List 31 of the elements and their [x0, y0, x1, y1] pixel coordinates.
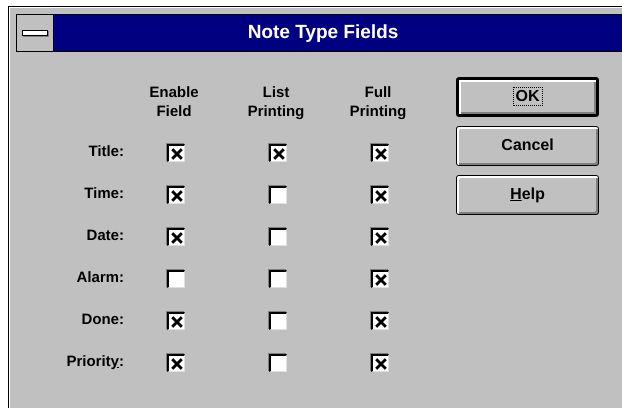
- checkbox[interactable]: [269, 144, 287, 162]
- checkbox[interactable]: [269, 354, 287, 372]
- checkbox[interactable]: [371, 186, 389, 204]
- checkbox[interactable]: [167, 228, 185, 246]
- checkbox[interactable]: [371, 312, 389, 330]
- column-header: Enable Field: [148, 83, 200, 122]
- checkbox[interactable]: [167, 312, 185, 330]
- checkbox[interactable]: [371, 270, 389, 288]
- checkbox[interactable]: [371, 228, 389, 246]
- checkbox[interactable]: [167, 144, 185, 162]
- checkbox[interactable]: [371, 144, 389, 162]
- field-label: Date:: [86, 227, 124, 244]
- column-header: List Printing: [246, 83, 306, 122]
- checkbox[interactable]: [167, 186, 185, 204]
- checkbox[interactable]: [269, 186, 287, 204]
- field-label: Alarm:: [76, 269, 124, 286]
- field-label: Done:: [82, 311, 124, 328]
- dialog-button[interactable]: Cancel: [456, 126, 599, 166]
- dialog-button[interactable]: OK: [456, 77, 599, 117]
- window-title: Note Type Fields: [54, 15, 622, 51]
- checkbox[interactable]: [269, 312, 287, 330]
- checkbox[interactable]: [269, 270, 287, 288]
- checkbox[interactable]: [371, 354, 389, 372]
- column-header: Full Printing: [348, 83, 408, 122]
- field-label: Time:: [84, 185, 124, 202]
- field-label: Priority:: [66, 353, 124, 370]
- checkbox[interactable]: [269, 228, 287, 246]
- checkbox[interactable]: [167, 270, 185, 288]
- field-label: Title:: [88, 143, 124, 160]
- dialog-button[interactable]: Help: [456, 175, 599, 215]
- checkbox[interactable]: [167, 354, 185, 372]
